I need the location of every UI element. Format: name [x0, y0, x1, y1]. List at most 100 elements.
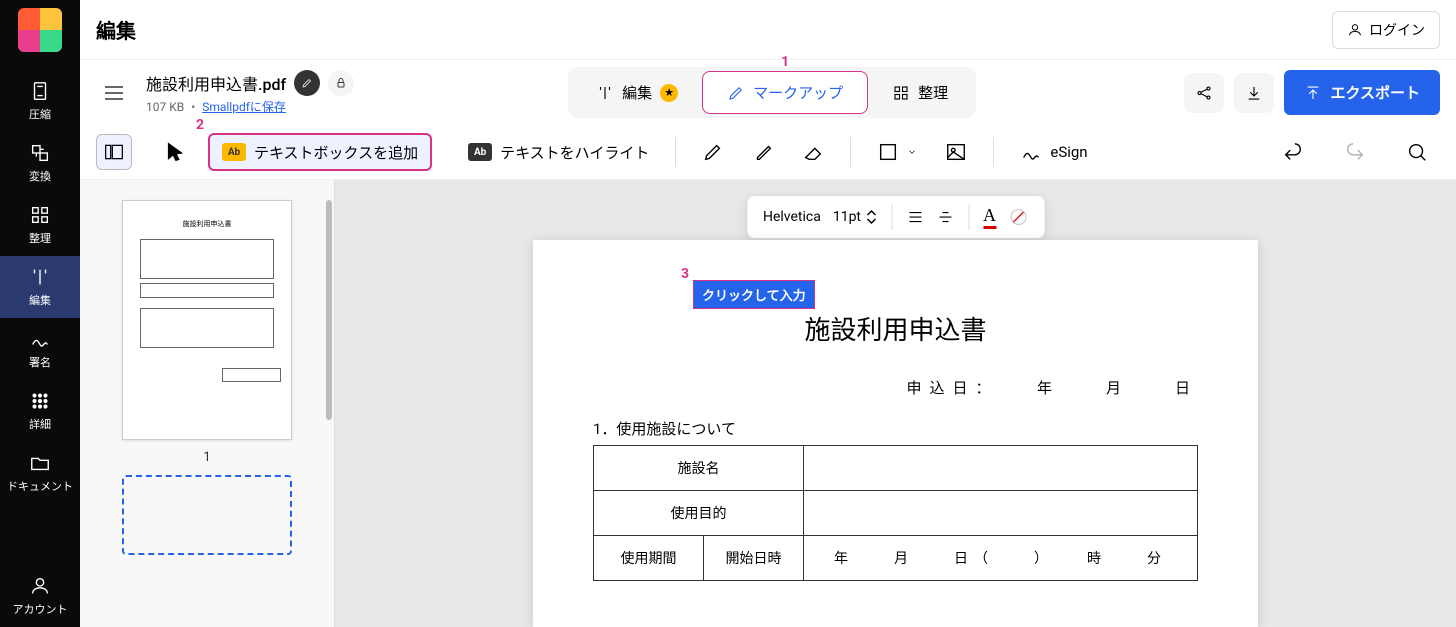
- annotation-two: 2: [196, 117, 204, 133]
- search-icon: [1406, 141, 1428, 163]
- organize-icon: [29, 204, 51, 226]
- chevron-down-icon: [907, 147, 917, 157]
- menu-button[interactable]: [96, 75, 132, 111]
- toolbar: 2 Ab テキストボックスを追加 Ab テキストをハイライト: [80, 125, 1456, 180]
- sidebar-label: 署名: [29, 354, 51, 370]
- highlight-icon: Ab: [468, 143, 492, 161]
- document-page[interactable]: 3 クリックして入力 施設利用申込書 申込日： 年 月 日 1．使用施設について…: [533, 240, 1258, 627]
- app-logo[interactable]: [18, 8, 62, 52]
- no-fill-icon: [1008, 207, 1028, 227]
- login-label: ログイン: [1369, 20, 1425, 40]
- add-textbox-tool[interactable]: 2 Ab テキストボックスを追加: [208, 133, 432, 171]
- file-meta: 107 KB ・ Smallpdfに保存: [146, 98, 354, 115]
- undo-icon: [1282, 141, 1304, 163]
- folder-icon: [29, 452, 51, 474]
- signature-icon: [1020, 141, 1042, 163]
- tab-label: マークアップ: [753, 82, 843, 103]
- search-button[interactable]: [1394, 133, 1440, 171]
- pencil-icon: [301, 77, 313, 89]
- share-button[interactable]: [1184, 73, 1224, 113]
- sidebar-item-document[interactable]: ドキュメント: [0, 442, 80, 504]
- facility-table: 施設名 使用目的 使用期間 開始日時 年 月 日（ ） 時 分: [593, 445, 1198, 581]
- login-button[interactable]: ログイン: [1332, 11, 1440, 49]
- upload-icon: [1304, 84, 1322, 102]
- pen-tool[interactable]: [690, 133, 736, 171]
- scrollbar[interactable]: [326, 200, 332, 420]
- sidebar-item-convert[interactable]: 変換: [0, 132, 80, 194]
- export-button[interactable]: エクスポート: [1284, 70, 1440, 115]
- edit-name-button[interactable]: [294, 70, 320, 96]
- text-format-bar: Helvetica 11pt A: [746, 195, 1045, 239]
- document-viewport[interactable]: Helvetica 11pt A: [335, 180, 1456, 627]
- panel-icon: [104, 143, 124, 161]
- font-size-selector[interactable]: 11pt: [827, 209, 883, 225]
- thumbnail-panel: 施設利用申込書 1: [80, 180, 335, 627]
- compress-icon: [29, 80, 51, 102]
- download-button[interactable]: [1234, 73, 1274, 113]
- sidebar-item-compress[interactable]: 圧縮: [0, 70, 80, 132]
- table-row: 使用目的: [594, 491, 1198, 536]
- page-title: 編集: [96, 15, 136, 44]
- tab-organize[interactable]: 整理: [868, 71, 972, 114]
- tool-label: eSign: [1050, 143, 1087, 161]
- no-fill-button[interactable]: [1002, 207, 1034, 227]
- export-label: エクスポート: [1330, 82, 1420, 103]
- file-row: 施設利用申込書.pdf 107 KB ・ Smallpdfに保存 編集 ★ 1: [80, 60, 1456, 125]
- file-name: 施設利用申込書.pdf: [146, 71, 286, 95]
- textbox-icon: Ab: [222, 143, 246, 161]
- redo-button[interactable]: [1332, 133, 1378, 171]
- tab-edit[interactable]: 編集 ★: [572, 71, 702, 114]
- tab-markup[interactable]: 1 マークアップ: [702, 71, 868, 114]
- user-icon: [1347, 22, 1363, 38]
- share-icon: [1195, 84, 1213, 102]
- shape-tool[interactable]: [865, 133, 929, 171]
- marker-tool[interactable]: [740, 133, 786, 171]
- page-thumbnail[interactable]: 施設利用申込書: [122, 200, 292, 440]
- section-heading: 1．使用施設について: [593, 418, 1198, 439]
- strike-button[interactable]: [930, 208, 960, 226]
- save-link[interactable]: Smallpdfに保存: [202, 100, 286, 114]
- eraser-tool[interactable]: [790, 133, 836, 171]
- highlight-tool[interactable]: Ab テキストをハイライト: [456, 133, 661, 171]
- table-row: 使用期間 開始日時 年 月 日（ ） 時 分: [594, 536, 1198, 581]
- align-icon: [906, 208, 924, 226]
- font-selector[interactable]: Helvetica: [757, 209, 827, 225]
- lock-icon: [335, 77, 347, 89]
- lock-button[interactable]: [328, 70, 354, 96]
- file-info: 施設利用申込書.pdf 107 KB ・ Smallpdfに保存: [146, 70, 354, 115]
- align-button[interactable]: [900, 208, 930, 226]
- text-insert-placeholder[interactable]: クリックして入力: [693, 280, 815, 309]
- user-icon: [29, 575, 51, 597]
- select-tool[interactable]: [146, 133, 204, 171]
- tab-label: 整理: [918, 82, 948, 103]
- sidebar-label: ドキュメント: [7, 478, 73, 494]
- text-color-button[interactable]: A: [977, 205, 1002, 229]
- sidebar-item-detail[interactable]: 詳細: [0, 380, 80, 442]
- marker-icon: [752, 141, 774, 163]
- sidebar-item-organize[interactable]: 整理: [0, 194, 80, 256]
- sidebar-label: 変換: [29, 168, 51, 184]
- tab-label: 編集: [622, 82, 652, 103]
- tool-label: テキストをハイライト: [500, 142, 649, 163]
- table-row: 施設名: [594, 446, 1198, 491]
- download-icon: [1245, 84, 1263, 102]
- doc-date-line: 申込日： 年 月 日: [593, 377, 1198, 398]
- stepper-icon: [865, 209, 877, 225]
- image-tool[interactable]: [933, 133, 979, 171]
- sidebar-label: 圧縮: [29, 106, 51, 122]
- sidebar-item-edit[interactable]: 編集: [0, 256, 80, 318]
- grid-icon: [892, 84, 910, 102]
- add-page-placeholder[interactable]: [122, 475, 292, 555]
- pencil-icon: [727, 84, 745, 102]
- tool-label: テキストボックスを追加: [254, 142, 418, 163]
- sidebar-item-sign[interactable]: 署名: [0, 318, 80, 380]
- image-icon: [945, 141, 967, 163]
- esign-tool[interactable]: eSign: [1008, 133, 1099, 171]
- view-toggle-button[interactable]: [96, 134, 132, 170]
- grid-icon: [29, 390, 51, 412]
- undo-button[interactable]: [1270, 133, 1316, 171]
- convert-icon: [29, 142, 51, 164]
- square-icon: [877, 141, 899, 163]
- sidebar-item-account[interactable]: アカウント: [0, 565, 80, 627]
- file-size: 107 KB: [146, 100, 184, 114]
